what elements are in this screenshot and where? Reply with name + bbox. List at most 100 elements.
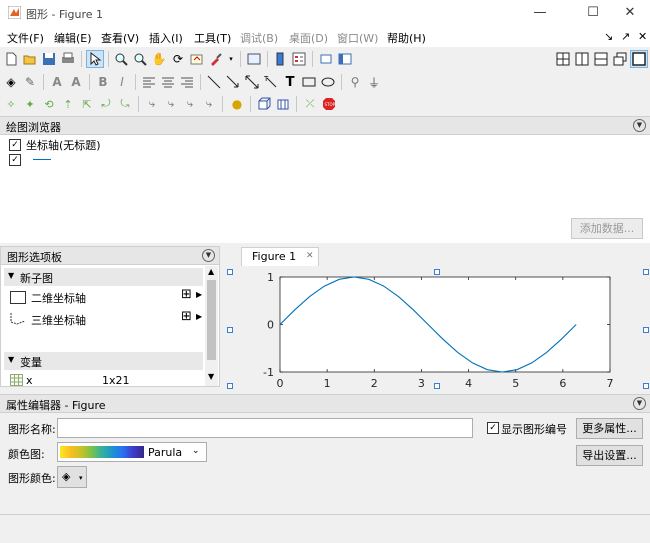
show-tools-icon[interactable] (336, 50, 354, 68)
print-icon[interactable] (59, 50, 77, 68)
text-arrow-icon[interactable]: T (262, 73, 280, 91)
variable-name[interactable]: x (26, 374, 33, 387)
legend-icon[interactable] (290, 50, 308, 68)
axes-checkbox[interactable]: ✓ (9, 139, 21, 151)
grid-layout-icon[interactable]: ⊞ (181, 309, 192, 324)
scrollbar[interactable]: ▲ ▼ (205, 266, 218, 386)
menu-debug[interactable]: 调试(B) (240, 30, 278, 46)
zoom-in-icon[interactable] (112, 50, 130, 68)
undock-arrow-icon[interactable]: ↗ (621, 30, 630, 43)
dock-arrow-icon[interactable]: ↘ (604, 30, 613, 43)
brush-icon[interactable] (207, 50, 225, 68)
scroll-thumb[interactable] (207, 280, 216, 360)
move-camera-icon[interactable]: ⇡ (59, 95, 77, 113)
zoom-camera-icon[interactable]: ⇱ (78, 95, 96, 113)
menu-window[interactable]: 窗口(W) (337, 30, 378, 46)
edge-color-icon[interactable]: ✎ (21, 73, 39, 91)
scroll-up-icon[interactable]: ▲ (208, 267, 214, 276)
bold-icon[interactable]: B (94, 73, 112, 91)
menu-view[interactable]: 查看(V) (101, 30, 139, 46)
new-figure-icon[interactable] (2, 50, 20, 68)
submenu-arrow-icon[interactable]: ▶ (196, 290, 202, 299)
font-size-a-icon[interactable]: A (48, 73, 66, 91)
line-icon[interactable] (205, 73, 223, 91)
brush-dropdown-icon[interactable]: ▾ (226, 50, 236, 68)
collapse-icon[interactable]: ▼ (633, 397, 646, 410)
layout-vsplit-icon[interactable] (573, 50, 591, 68)
text-color-a-icon[interactable]: A (67, 73, 85, 91)
layout-hsplit-icon[interactable] (592, 50, 610, 68)
fill-color-icon[interactable]: ◈ (2, 73, 20, 91)
layout-grid-icon[interactable] (554, 50, 572, 68)
align-right-icon[interactable] (178, 73, 196, 91)
close-button[interactable]: ✕ (612, 0, 648, 27)
roll-camera-icon[interactable]: ⤾ (97, 95, 115, 113)
menu-file[interactable]: 文件(F) (7, 30, 44, 46)
arrow-icon[interactable] (224, 73, 242, 91)
add-data-button[interactable]: 添加数据... (571, 218, 643, 239)
data-cursor-icon[interactable] (188, 50, 206, 68)
colorbar-icon[interactable] (271, 50, 289, 68)
axis-x-icon[interactable]: ⤷ (143, 95, 161, 113)
submenu-arrow-icon[interactable]: ▶ (196, 312, 202, 321)
tab-figure-1[interactable]: Figure 1 ✕ (241, 247, 319, 266)
walk-camera-icon[interactable]: ⤿ (116, 95, 134, 113)
rectangle-icon[interactable] (300, 73, 318, 91)
pan-tilt-icon[interactable]: ⟲ (40, 95, 58, 113)
colormap-dropdown[interactable]: Parula ⌄ (57, 442, 207, 462)
axes-label[interactable]: 坐标轴(无标题) (26, 137, 101, 153)
projection-ortho-icon[interactable] (255, 95, 273, 113)
line-checkbox[interactable]: ✓ (9, 154, 21, 166)
new-subplot-section[interactable]: ▼ 新子图 (4, 268, 203, 286)
tab-close-icon[interactable]: ✕ (306, 251, 314, 261)
pin-icon[interactable]: ⚲ (346, 73, 364, 91)
save-icon[interactable] (40, 50, 58, 68)
collapse-icon[interactable]: ▼ (202, 249, 215, 262)
stop-icon[interactable]: STOP (320, 95, 338, 113)
open-file-icon[interactable] (21, 50, 39, 68)
orbit-light-icon[interactable]: ✦ (21, 95, 39, 113)
align-left-icon[interactable] (140, 73, 158, 91)
axis-y-icon[interactable]: ⤷ (162, 95, 180, 113)
line-swatch[interactable] (33, 159, 51, 160)
double-arrow-icon[interactable] (243, 73, 261, 91)
italic-icon[interactable]: I (113, 73, 131, 91)
rotate-3d-icon[interactable]: ⟳ (169, 50, 187, 68)
menu-tools[interactable]: 工具(T) (194, 30, 231, 46)
layout-float-icon[interactable] (611, 50, 629, 68)
more-properties-button[interactable]: 更多属性... (576, 418, 643, 439)
menu-desktop[interactable]: 桌面(D) (289, 30, 328, 46)
ellipse-icon[interactable] (319, 73, 337, 91)
hide-tools-icon[interactable] (317, 50, 335, 68)
axes-3d-item[interactable]: 三维坐标轴 (31, 312, 86, 328)
light-bulb-icon[interactable]: ● (228, 95, 246, 113)
projection-persp-icon[interactable] (274, 95, 292, 113)
maximize-button[interactable]: ☐ (575, 0, 611, 27)
scroll-down-icon[interactable]: ▼ (208, 372, 214, 381)
figure-name-input[interactable] (57, 418, 473, 438)
pan-icon[interactable]: ✋ (150, 50, 168, 68)
align-center-icon[interactable] (159, 73, 177, 91)
axis-z-icon[interactable]: ⤷ (181, 95, 199, 113)
show-number-label[interactable]: 显示图形编号 (501, 421, 567, 437)
menu-insert[interactable]: 插入(I) (149, 30, 183, 46)
orbit-camera-icon[interactable]: ✧ (2, 95, 20, 113)
close-figure-icon[interactable]: ✕ (638, 30, 647, 43)
menu-edit[interactable]: 编辑(E) (54, 30, 92, 46)
export-settings-button[interactable]: 导出设置... (576, 445, 643, 466)
link-plot-icon[interactable] (245, 50, 263, 68)
show-number-checkbox[interactable]: ✓ (487, 422, 499, 434)
align-distribute-icon[interactable]: ⏚ (365, 73, 383, 91)
edit-plot-arrow-icon[interactable] (86, 50, 104, 68)
text-box-icon[interactable]: T (281, 73, 299, 91)
axes-2d-item[interactable]: 二维坐标轴 (31, 290, 86, 306)
minimize-button[interactable]: — (522, 0, 558, 27)
figure-color-button[interactable]: ◈ ▾ (57, 466, 87, 488)
reset-camera-icon[interactable]: ⤫ (301, 95, 319, 113)
plot-svg[interactable]: 0 1 2 3 4 5 6 710-1 (222, 266, 650, 390)
zoom-out-icon[interactable] (131, 50, 149, 68)
grid-layout-icon[interactable]: ⊞ (181, 287, 192, 302)
menu-help[interactable]: 帮助(H) (387, 30, 426, 46)
layout-maximize-icon[interactable] (630, 50, 648, 68)
collapse-icon[interactable]: ▼ (633, 119, 646, 132)
